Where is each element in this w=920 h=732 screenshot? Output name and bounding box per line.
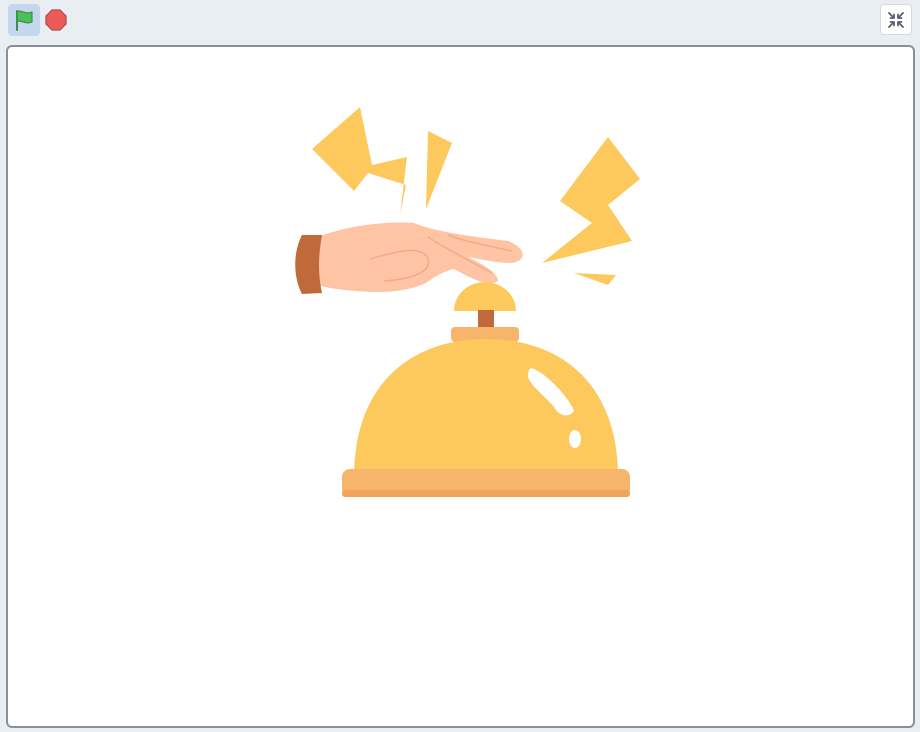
- unfullscreen-icon: [888, 11, 904, 28]
- bell-ringing-sprite[interactable]: [8, 47, 913, 726]
- green-flag-icon: [16, 10, 33, 31]
- stop-icon: [45, 9, 67, 31]
- unfullscreen-button[interactable]: [880, 4, 912, 35]
- service-bell: [342, 282, 630, 497]
- stop-button[interactable]: [42, 4, 70, 36]
- green-flag-button[interactable]: [8, 4, 40, 36]
- stage-toolbar: [0, 0, 920, 42]
- stage-canvas[interactable]: [6, 45, 915, 728]
